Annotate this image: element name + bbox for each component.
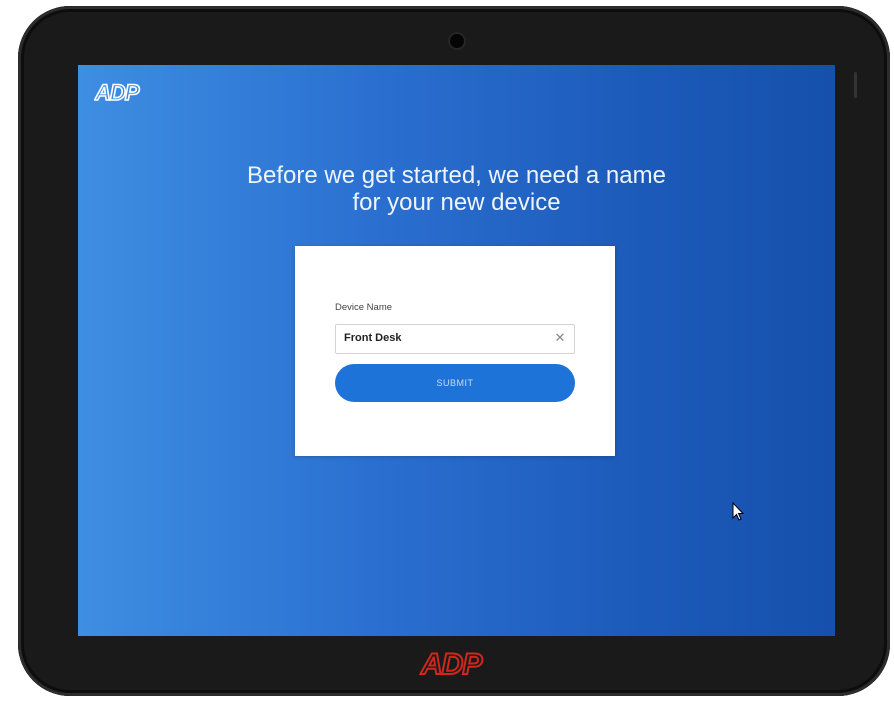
svg-text:ADP: ADP xyxy=(94,80,140,105)
device-screen: ADP Before we get started, we need a nam… xyxy=(78,65,835,636)
device-name-label: Device Name xyxy=(335,302,393,313)
mouse-pointer-icon xyxy=(732,502,745,521)
tablet-frame: ADP Before we get started, we need a nam… xyxy=(18,6,890,696)
close-icon[interactable]: ✕ xyxy=(552,330,568,346)
adp-bezel-logo: ADP xyxy=(419,647,485,680)
heading-line-2: for your new device xyxy=(352,189,561,216)
svg-text:ADP: ADP xyxy=(420,648,483,680)
device-name-value[interactable]: Front Desk xyxy=(344,332,401,344)
submit-button[interactable]: SUBMIT xyxy=(335,364,575,402)
page-heading: Before we get started, we need a name fo… xyxy=(78,162,835,216)
device-name-input[interactable]: Front Desk ✕ xyxy=(335,324,575,354)
tablet-side-button xyxy=(854,72,857,98)
camera-icon xyxy=(450,34,464,48)
adp-logo: ADP xyxy=(94,79,142,105)
device-name-card: Device Name Front Desk ✕ SUBMIT xyxy=(295,246,615,456)
heading-line-1: Before we get started, we need a name xyxy=(247,162,666,189)
